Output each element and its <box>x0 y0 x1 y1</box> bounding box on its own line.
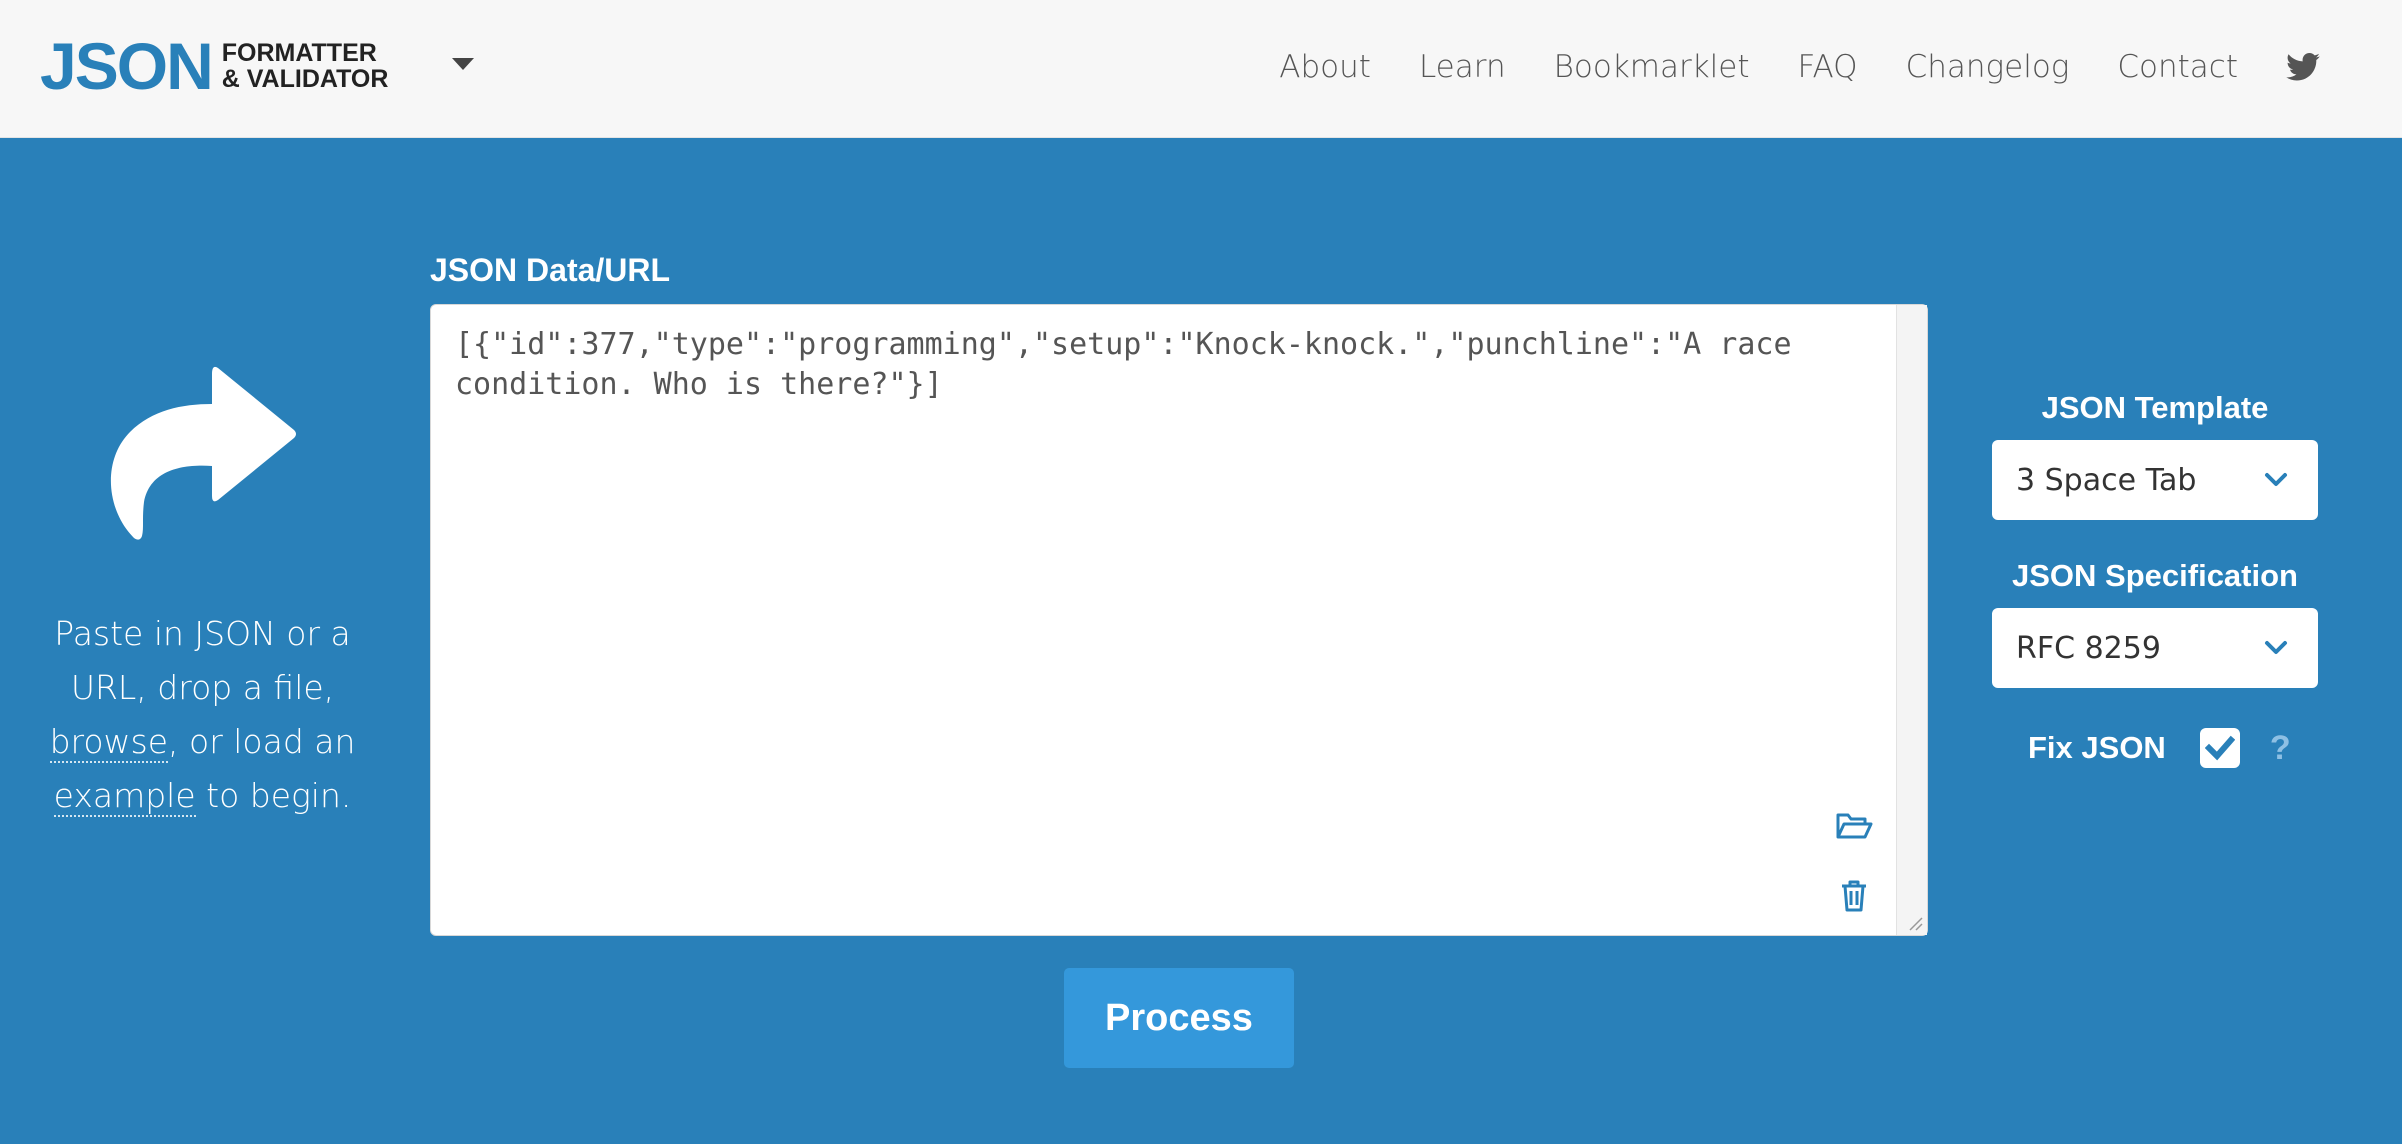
logo-line-1: FORMATTER <box>221 39 377 67</box>
nav-about[interactable]: About <box>1279 49 1371 85</box>
nav-bookmarklet[interactable]: Bookmarklet <box>1554 49 1750 85</box>
tools-dropdown-caret-icon[interactable] <box>452 58 474 70</box>
nav-learn[interactable]: Learn <box>1419 49 1506 85</box>
fix-json-label: Fix JSON <box>2028 730 2166 765</box>
checkmark-icon <box>2204 735 2235 761</box>
example-link[interactable]: example <box>53 776 196 817</box>
hint-end: to begin. <box>195 776 352 815</box>
json-input-textarea[interactable]: [{"id":377,"type":"programming","setup":… <box>430 304 1928 936</box>
process-button[interactable]: Process <box>1064 968 1294 1068</box>
json-data-label: JSON Data/URL <box>430 252 671 288</box>
logo-json-text: JSON <box>40 29 214 103</box>
json-spec-value: RFC 8259 <box>2016 630 2161 666</box>
hint-line-1: Paste in JSON or a URL, drop a file, <box>54 614 351 707</box>
json-template-label: JSON Template <box>2041 390 2269 425</box>
editor-scrollbar[interactable] <box>1896 305 1927 935</box>
logo-line-2: & VALIDATOR <box>221 65 389 93</box>
logo-subtitle: FORMATTER & VALIDATOR <box>222 40 389 92</box>
main-nav: About Learn Bookmarklet FAQ Changelog Co… <box>1279 0 2402 134</box>
help-icon[interactable]: ? <box>2270 729 2291 768</box>
paste-hint-text: Paste in JSON or a URL, drop a file, bro… <box>30 607 375 823</box>
nav-contact[interactable]: Contact <box>2117 49 2238 85</box>
hint-mid: , or load an <box>168 722 356 761</box>
fix-json-checkbox[interactable] <box>2199 728 2240 768</box>
folder-open-icon[interactable] <box>1835 811 1873 841</box>
json-spec-label: JSON Specification <box>2012 558 2298 593</box>
nav-changelog[interactable]: Changelog <box>1906 49 2070 85</box>
fix-json-row: Fix JSON ? <box>2028 728 2291 768</box>
chevron-down-icon <box>2265 473 2287 486</box>
browse-link[interactable]: browse <box>49 722 169 763</box>
twitter-icon[interactable] <box>2286 52 2322 82</box>
resize-grip-icon[interactable] <box>1905 913 1923 931</box>
redo-arrow-icon <box>110 366 296 540</box>
json-template-value: 3 Space Tab <box>2016 462 2197 498</box>
site-logo[interactable]: JSON FORMATTER & VALIDATOR <box>40 30 388 102</box>
json-input-value[interactable]: [{"id":377,"type":"programming","setup":… <box>455 325 1835 405</box>
json-template-select[interactable]: 3 Space Tab <box>1992 440 2318 520</box>
json-spec-select[interactable]: RFC 8259 <box>1992 608 2318 688</box>
trash-icon[interactable] <box>1839 879 1869 913</box>
nav-faq[interactable]: FAQ <box>1798 49 1858 85</box>
site-header: JSON FORMATTER & VALIDATOR About Learn B… <box>0 0 2402 138</box>
chevron-down-icon <box>2265 641 2287 654</box>
